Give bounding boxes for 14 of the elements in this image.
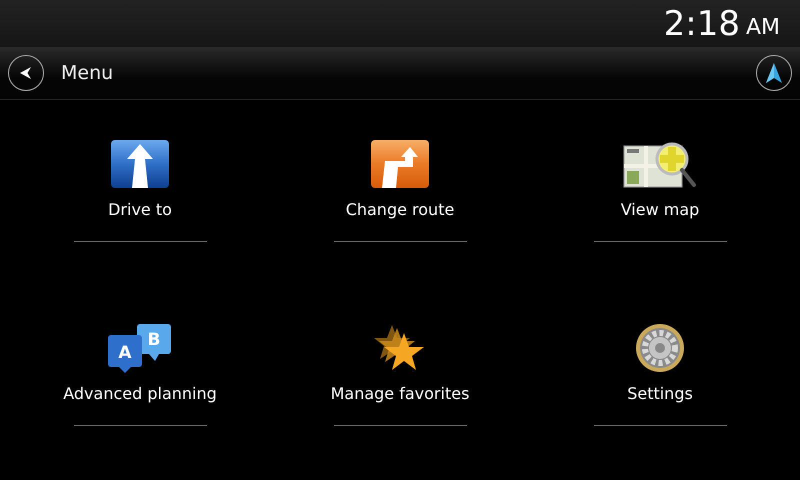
clock-meridiem: AM: [746, 15, 780, 40]
menu-item[interactable]: Drive to: [108, 138, 172, 219]
menu-item[interactable]: Settings: [627, 322, 693, 403]
navigation-button[interactable]: [756, 55, 792, 91]
navigation-arrow-icon: [765, 62, 783, 84]
menu-item[interactable]: Manage favorites: [330, 322, 470, 403]
clock-time: 2:18: [664, 4, 740, 44]
menu-item[interactable]: View map: [620, 138, 700, 219]
back-button[interactable]: [8, 55, 44, 91]
back-arrow-icon: [18, 65, 34, 81]
menu-item[interactable]: Change route: [346, 138, 454, 219]
settings-gear-icon: [635, 323, 685, 373]
header-title: Menu: [61, 62, 114, 84]
menu-item[interactable]: B A Advanced planning: [63, 322, 217, 403]
